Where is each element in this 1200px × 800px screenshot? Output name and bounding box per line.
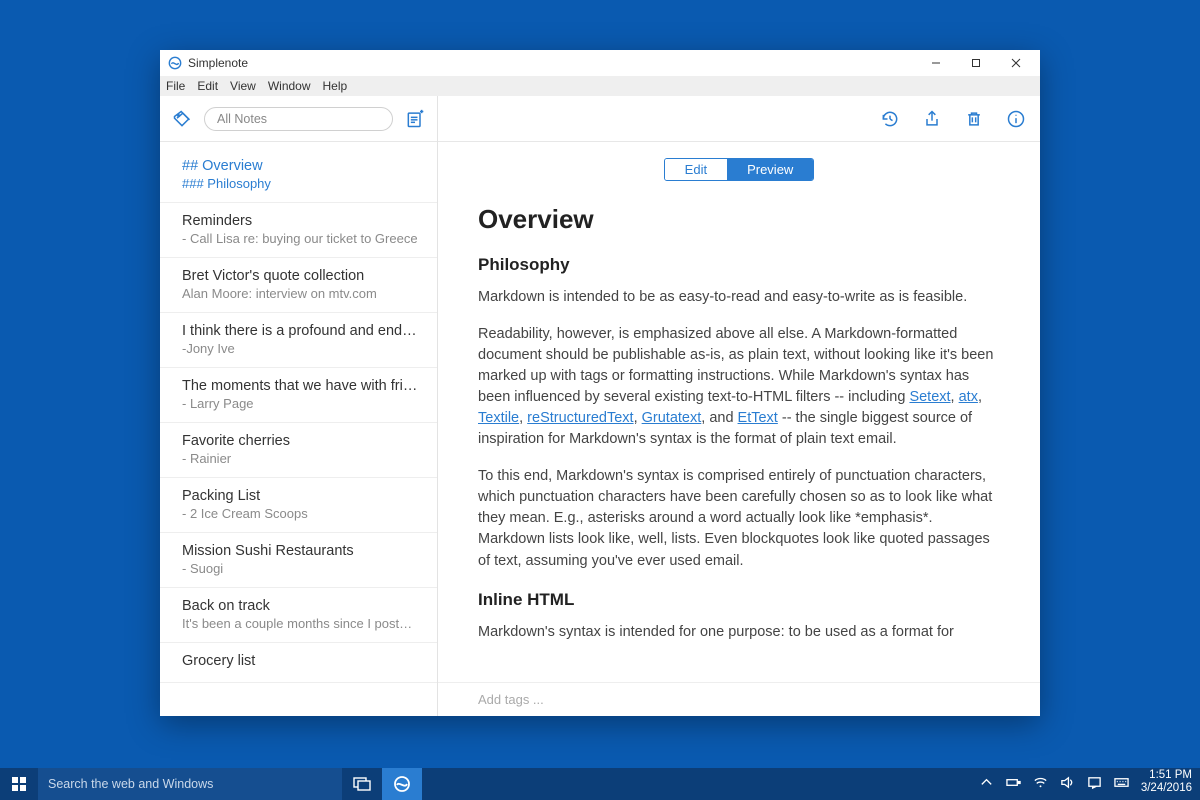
note-title: Favorite cherries bbox=[182, 433, 419, 449]
window-title: Simplenote bbox=[188, 56, 248, 70]
note-subtitle: It's been a couple months since I posted… bbox=[182, 616, 419, 631]
note-subtitle: Alan Moore: interview on mtv.com bbox=[182, 286, 419, 301]
tray-battery-icon[interactable] bbox=[1006, 775, 1021, 793]
taskbar: Search the web and Windows 1:51 PM 3/24/… bbox=[0, 768, 1200, 800]
menu-file[interactable]: File bbox=[166, 79, 185, 93]
tray-chevron-up-icon[interactable] bbox=[979, 775, 994, 793]
note-item[interactable]: The moments that we have with friend... -… bbox=[160, 368, 437, 423]
link-atx[interactable]: atx bbox=[959, 389, 978, 405]
taskbar-search[interactable]: Search the web and Windows bbox=[38, 768, 342, 800]
note-title: Back on track bbox=[182, 598, 419, 614]
clock-date: 3/24/2016 bbox=[1141, 782, 1192, 795]
doc-heading-inline-html: Inline HTML bbox=[478, 588, 1000, 613]
trash-icon[interactable] bbox=[962, 107, 986, 131]
note-subtitle: ### Philosophy bbox=[182, 176, 419, 191]
info-icon[interactable] bbox=[1004, 107, 1028, 131]
system-tray bbox=[973, 768, 1135, 800]
doc-heading-philosophy: Philosophy bbox=[478, 253, 1000, 278]
editor-toolbar bbox=[438, 96, 1040, 142]
note-title: Grocery list bbox=[182, 653, 419, 669]
tab-edit[interactable]: Edit bbox=[665, 159, 727, 180]
minimize-button[interactable] bbox=[916, 50, 956, 76]
link-grutatext[interactable]: Grutatext bbox=[642, 410, 702, 426]
doc-paragraph: Markdown is intended to be as easy-to-re… bbox=[478, 287, 1000, 308]
tray-wifi-icon[interactable] bbox=[1033, 775, 1048, 793]
note-subtitle: - Call Lisa re: buying our ticket to Gre… bbox=[182, 231, 419, 246]
tags-icon[interactable] bbox=[170, 107, 194, 131]
doc-paragraph: Readability, however, is emphasized abov… bbox=[478, 324, 1000, 450]
note-item[interactable]: Favorite cherries - Rainier bbox=[160, 423, 437, 478]
note-subtitle: - 2 Ice Cream Scoops bbox=[182, 506, 419, 521]
note-item[interactable]: ## Overview ### Philosophy bbox=[160, 148, 437, 203]
task-view-icon[interactable] bbox=[342, 768, 382, 800]
link-ettext[interactable]: EtText bbox=[738, 410, 778, 426]
menu-edit[interactable]: Edit bbox=[197, 79, 218, 93]
note-title: Mission Sushi Restaurants bbox=[182, 543, 419, 559]
note-subtitle: - Rainier bbox=[182, 451, 419, 466]
search-placeholder: All Notes bbox=[217, 112, 267, 126]
search-input[interactable]: All Notes bbox=[204, 107, 393, 131]
editor-pane: Edit Preview Overview Philosophy Markdow… bbox=[438, 96, 1040, 716]
taskbar-app-simplenote[interactable] bbox=[382, 768, 422, 800]
note-title: Packing List bbox=[182, 488, 419, 504]
sidebar: All Notes ## Overview ### Philosophy Remin… bbox=[160, 96, 438, 716]
app-window: Simplenote File Edit View Window Help Al… bbox=[160, 50, 1040, 716]
note-title: ## Overview bbox=[182, 158, 419, 174]
clock-time: 1:51 PM bbox=[1141, 769, 1192, 782]
note-item[interactable]: Reminders - Call Lisa re: buying our tick… bbox=[160, 203, 437, 258]
tab-preview[interactable]: Preview bbox=[727, 159, 813, 180]
close-button[interactable] bbox=[996, 50, 1036, 76]
note-subtitle: - Larry Page bbox=[182, 396, 419, 411]
menubar: File Edit View Window Help bbox=[160, 76, 1040, 96]
titlebar: Simplenote bbox=[160, 50, 1040, 76]
doc-paragraph: Markdown's syntax is intended for one pu… bbox=[478, 622, 1000, 643]
link-textile[interactable]: Textile bbox=[478, 410, 519, 426]
menu-view[interactable]: View bbox=[230, 79, 256, 93]
note-subtitle: -Jony Ive bbox=[182, 341, 419, 356]
note-title: I think there is a profound and enduri..… bbox=[182, 323, 419, 339]
note-item[interactable]: Grocery list bbox=[160, 643, 437, 683]
doc-paragraph: To this end, Markdown's syntax is compri… bbox=[478, 466, 1000, 571]
note-item[interactable]: Back on track It's been a couple months s… bbox=[160, 588, 437, 643]
menu-help[interactable]: Help bbox=[323, 79, 348, 93]
menu-window[interactable]: Window bbox=[268, 79, 311, 93]
maximize-button[interactable] bbox=[956, 50, 996, 76]
note-title: The moments that we have with friend... bbox=[182, 378, 419, 394]
tray-volume-icon[interactable] bbox=[1060, 775, 1075, 793]
document-preview: Overview Philosophy Markdown is intended… bbox=[438, 191, 1040, 682]
new-note-button[interactable] bbox=[403, 107, 427, 131]
link-setext[interactable]: Setext bbox=[909, 389, 950, 405]
note-item[interactable]: Mission Sushi Restaurants - Suogi bbox=[160, 533, 437, 588]
note-item[interactable]: I think there is a profound and enduri..… bbox=[160, 313, 437, 368]
sidebar-toolbar: All Notes bbox=[160, 96, 437, 142]
note-subtitle: - Suogi bbox=[182, 561, 419, 576]
tag-input[interactable]: Add tags ... bbox=[438, 682, 1040, 716]
note-item[interactable]: Bret Victor's quote collection Alan Moore… bbox=[160, 258, 437, 313]
tag-placeholder: Add tags ... bbox=[478, 692, 544, 707]
note-item[interactable]: Packing List - 2 Ice Cream Scoops bbox=[160, 478, 437, 533]
taskbar-search-placeholder: Search the web and Windows bbox=[48, 777, 213, 791]
notes-list: ## Overview ### Philosophy Reminders - Call… bbox=[160, 142, 437, 716]
note-title: Reminders bbox=[182, 213, 419, 229]
share-icon[interactable] bbox=[920, 107, 944, 131]
view-mode-toggle: Edit Preview bbox=[438, 142, 1040, 191]
tray-notifications-icon[interactable] bbox=[1087, 775, 1102, 793]
simplenote-icon bbox=[168, 56, 182, 70]
doc-heading-overview: Overview bbox=[478, 201, 1000, 239]
link-restructuredtext[interactable]: reStructuredText bbox=[527, 410, 633, 426]
history-icon[interactable] bbox=[878, 107, 902, 131]
tray-keyboard-icon[interactable] bbox=[1114, 775, 1129, 793]
start-button[interactable] bbox=[0, 768, 38, 800]
taskbar-clock[interactable]: 1:51 PM 3/24/2016 bbox=[1135, 768, 1200, 800]
note-title: Bret Victor's quote collection bbox=[182, 268, 419, 284]
